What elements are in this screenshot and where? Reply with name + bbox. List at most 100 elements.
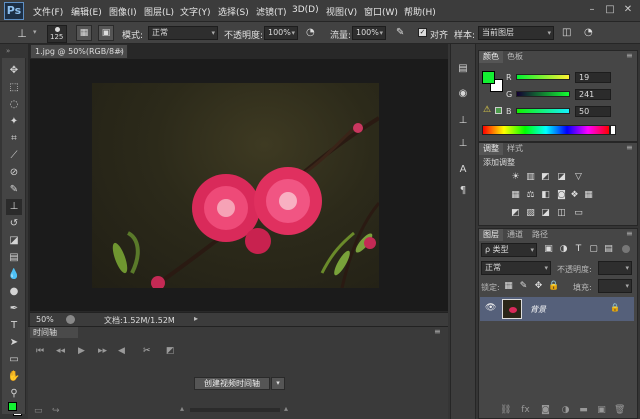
foreground-color-swatch[interactable] bbox=[482, 71, 495, 84]
first-frame-icon[interactable]: ⏮ bbox=[36, 346, 44, 356]
rectangle-tool-icon[interactable]: ▭ bbox=[6, 352, 22, 368]
white-swatch[interactable] bbox=[610, 125, 616, 135]
layer-style-icon[interactable]: fx bbox=[520, 405, 531, 416]
gradient-tool-icon[interactable]: ▤ bbox=[6, 250, 22, 266]
close-button[interactable]: ✕ bbox=[621, 3, 635, 17]
selective-color-icon[interactable]: ◫ bbox=[556, 208, 567, 219]
lock-position-icon[interactable]: ✥ bbox=[533, 281, 544, 292]
tab-adjustments[interactable]: 调整 bbox=[479, 143, 503, 155]
filter-type-icon[interactable]: T bbox=[573, 244, 584, 255]
gradient-map-icon[interactable]: ▭ bbox=[573, 208, 584, 219]
zoom-out-icon[interactable]: ▴ bbox=[180, 404, 184, 413]
timeline-mode-dropdown[interactable]: ▾ bbox=[271, 377, 285, 390]
delete-layer-icon[interactable]: 🗑 bbox=[614, 405, 625, 416]
next-frame-icon[interactable]: ▸▸ bbox=[98, 346, 107, 356]
character-panel-icon[interactable]: A bbox=[455, 162, 471, 178]
new-group-icon[interactable]: ▬ bbox=[578, 405, 589, 416]
blur-tool-icon[interactable]: 💧 bbox=[6, 267, 22, 283]
filter-shape-icon[interactable]: ▢ bbox=[588, 244, 599, 255]
channel-mixer-icon[interactable]: ❖ bbox=[569, 190, 580, 201]
dodge-tool-icon[interactable]: ● bbox=[6, 284, 22, 300]
move-tool-icon[interactable]: ✥ bbox=[6, 63, 22, 79]
g-slider[interactable] bbox=[516, 91, 570, 97]
pressure-size-icon[interactable]: ◔ bbox=[584, 27, 593, 38]
menu-view[interactable]: 视图(V) bbox=[326, 5, 357, 18]
r-slider[interactable] bbox=[516, 74, 570, 80]
menu-image[interactable]: 图像(I) bbox=[109, 5, 137, 18]
history-panel-icon[interactable]: ▤ bbox=[455, 61, 471, 77]
pressure-opacity-icon[interactable]: ◔ bbox=[306, 27, 315, 38]
panel-menu-icon[interactable]: ≡ bbox=[434, 327, 441, 336]
clone-stamp-tool-icon[interactable]: ⊥ bbox=[6, 199, 22, 215]
timeline-zoom-slider[interactable] bbox=[190, 408, 280, 412]
fill-input[interactable]: ▾ bbox=[598, 279, 632, 293]
convert-icon[interactable]: ↪ bbox=[52, 406, 60, 416]
vibrance-icon[interactable]: ▽ bbox=[573, 172, 584, 183]
menu-window[interactable]: 窗口(W) bbox=[364, 5, 398, 18]
filter-pixel-icon[interactable]: ▣ bbox=[543, 244, 554, 255]
g-input[interactable]: 241 bbox=[575, 89, 611, 100]
exposure-icon[interactable]: ◪ bbox=[556, 172, 567, 183]
opacity-input[interactable]: 100% ▾ bbox=[264, 26, 298, 40]
curves-icon[interactable]: ◩ bbox=[540, 172, 551, 183]
menu-select[interactable]: 选择(S) bbox=[218, 5, 249, 18]
clone-source-panel-icon[interactable]: ⊥ bbox=[455, 136, 471, 152]
tab-color[interactable]: 颜色 bbox=[479, 51, 503, 63]
canvas-image[interactable] bbox=[92, 83, 381, 290]
menu-layer[interactable]: 图层(L) bbox=[144, 5, 174, 18]
zoom-tool-icon[interactable]: ⚲ bbox=[6, 386, 22, 402]
layer-row[interactable]: 👁 背景 🔒 bbox=[480, 297, 634, 321]
layer-opacity-input[interactable]: ▾ bbox=[598, 261, 632, 275]
photo-filter-icon[interactable]: ◙ bbox=[556, 190, 567, 201]
create-video-timeline-button[interactable]: 创建视频时间轴 bbox=[194, 377, 270, 390]
color-spectrum-bar[interactable] bbox=[482, 125, 610, 135]
paragraph-panel-icon[interactable]: ¶ bbox=[455, 183, 471, 199]
foreground-color-swatch[interactable] bbox=[8, 402, 17, 411]
tab-styles[interactable]: 样式 bbox=[503, 143, 527, 155]
align-checkbox[interactable]: ✓ bbox=[418, 28, 427, 37]
pen-tool-icon[interactable]: ✒ bbox=[6, 301, 22, 317]
tab-layers[interactable]: 图层 bbox=[479, 229, 503, 241]
lock-all-icon[interactable]: 🔒 bbox=[548, 281, 559, 292]
maximize-button[interactable]: □ bbox=[603, 3, 617, 17]
lock-image-icon[interactable]: ✎ bbox=[518, 281, 529, 292]
menu-filter[interactable]: 滤镜(T) bbox=[256, 5, 287, 18]
close-document-icon[interactable]: × bbox=[117, 45, 124, 59]
minimize-button[interactable]: – bbox=[585, 3, 599, 17]
ignore-adjustment-layers-icon[interactable]: ◫ bbox=[562, 27, 571, 38]
new-layer-icon[interactable]: ▣ bbox=[596, 405, 607, 416]
document-tab[interactable]: 1.jpg @ 50%(RGB/8#) * × bbox=[30, 44, 128, 70]
play-icon[interactable]: ▶ bbox=[78, 346, 85, 356]
brush-preset-picker[interactable]: 125 bbox=[47, 25, 67, 43]
history-brush-tool-icon[interactable]: ↺ bbox=[6, 216, 22, 232]
menu-3d[interactable]: 3D(D) bbox=[292, 5, 319, 15]
hand-tool-icon[interactable]: ✋ bbox=[6, 369, 22, 385]
transition-icon[interactable]: ◩ bbox=[166, 346, 175, 356]
lock-transparent-icon[interactable]: ▦ bbox=[503, 281, 514, 292]
lasso-tool-icon[interactable]: ◌ bbox=[6, 97, 22, 113]
clone-stamp-tool-icon[interactable]: ⊥ bbox=[14, 26, 30, 42]
menu-type[interactable]: 文字(Y) bbox=[180, 5, 211, 18]
tab-channels[interactable]: 通道 bbox=[503, 229, 527, 241]
out-of-gamut-warning-icon[interactable]: ⚠ bbox=[483, 105, 491, 115]
threshold-icon[interactable]: ◪ bbox=[540, 208, 551, 219]
panel-menu-icon[interactable]: ≡ bbox=[626, 229, 633, 238]
color-lookup-icon[interactable]: ▦ bbox=[583, 190, 594, 201]
brightness-contrast-icon[interactable]: ☀ bbox=[510, 172, 521, 183]
posterize-icon[interactable]: ▨ bbox=[525, 208, 536, 219]
blend-mode-select[interactable]: 正常 ▾ bbox=[481, 261, 551, 275]
previous-frame-icon[interactable]: ◂◂ bbox=[56, 346, 65, 356]
levels-icon[interactable]: ▥ bbox=[525, 172, 536, 183]
menu-file[interactable]: 文件(F) bbox=[33, 5, 63, 18]
crop-tool-icon[interactable]: ⌗ bbox=[6, 131, 22, 147]
timeline-tab[interactable]: 时间轴 bbox=[30, 327, 78, 338]
collapse-toolbar-icon[interactable]: » bbox=[6, 47, 10, 55]
menu-edit[interactable]: 编辑(E) bbox=[71, 5, 102, 18]
healing-brush-tool-icon[interactable]: ⊘ bbox=[6, 165, 22, 181]
split-scissors-icon[interactable]: ✂ bbox=[143, 346, 151, 356]
b-slider[interactable] bbox=[516, 108, 570, 114]
sample-select[interactable]: 当前图层 ▾ bbox=[478, 26, 554, 40]
mode-select[interactable]: 正常 ▾ bbox=[148, 26, 218, 40]
tool-preset-chevron-icon[interactable]: ▾ bbox=[33, 28, 37, 36]
path-selection-tool-icon[interactable]: ➤ bbox=[6, 335, 22, 351]
